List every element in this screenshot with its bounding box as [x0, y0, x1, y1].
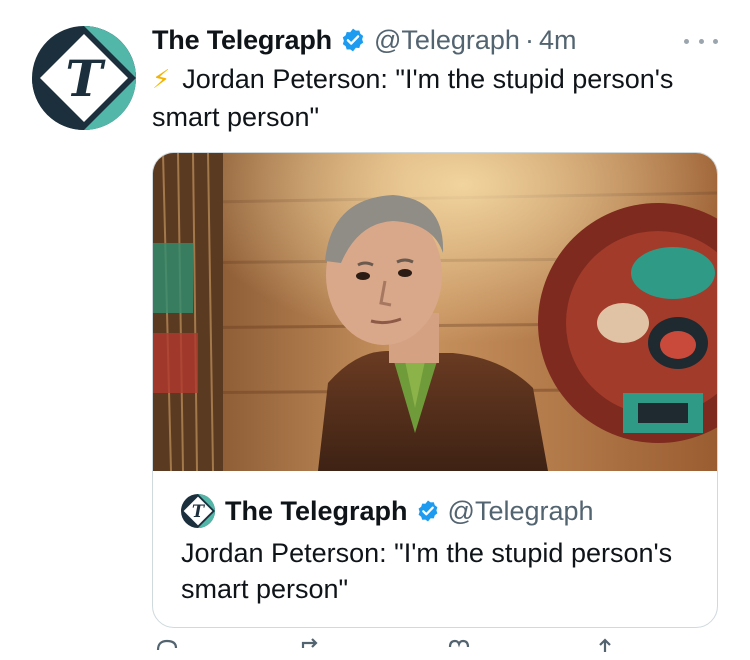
- quoted-author-handle[interactable]: @Telegraph: [448, 496, 594, 527]
- more-horizontal-icon[interactable]: [684, 36, 718, 46]
- quoted-tweet-card[interactable]: T The Telegraph @Telegraph Jordan Peters…: [152, 152, 718, 628]
- tweet-text: ⚡ Jordan Peterson: "I'm the stupid person…: [152, 60, 712, 136]
- tweet-header: The Telegraph @Telegraph · 4m: [152, 22, 576, 58]
- quoted-tweet-header: T The Telegraph @Telegraph: [181, 491, 594, 531]
- author-display-name[interactable]: The Telegraph: [152, 25, 332, 56]
- like-icon[interactable]: [446, 638, 472, 660]
- separator-dot: ·: [524, 24, 534, 55]
- card-image[interactable]: [153, 153, 717, 471]
- reply-icon[interactable]: [154, 638, 180, 660]
- quoted-author-avatar[interactable]: T: [181, 494, 215, 528]
- tweet[interactable]: T The Telegraph @Telegraph · 4m ⚡ Jordan …: [0, 0, 750, 652]
- verified-badge-icon: [416, 499, 440, 523]
- telegraph-t-logo-icon: T: [181, 494, 215, 528]
- tweet-actions-bar: [152, 638, 632, 658]
- verified-badge-icon: [340, 27, 366, 53]
- quoted-author-display-name[interactable]: The Telegraph: [225, 496, 408, 527]
- quoted-tweet-text: Jordan Peterson: "I'm the stupid person'…: [181, 538, 673, 604]
- lightning-emoji-icon: ⚡: [152, 64, 171, 94]
- author-handle[interactable]: @Telegraph: [374, 25, 520, 56]
- svg-text:T: T: [192, 502, 206, 521]
- share-icon[interactable]: [592, 638, 618, 660]
- tweet-body: Jordan Peterson: "I'm the stupid person'…: [152, 64, 674, 132]
- retweet-icon[interactable]: [298, 638, 324, 660]
- tweet-timestamp[interactable]: 4m: [539, 25, 577, 56]
- telegraph-t-logo-icon: T: [32, 26, 136, 130]
- author-avatar[interactable]: T: [32, 26, 136, 130]
- svg-text:T: T: [65, 49, 106, 108]
